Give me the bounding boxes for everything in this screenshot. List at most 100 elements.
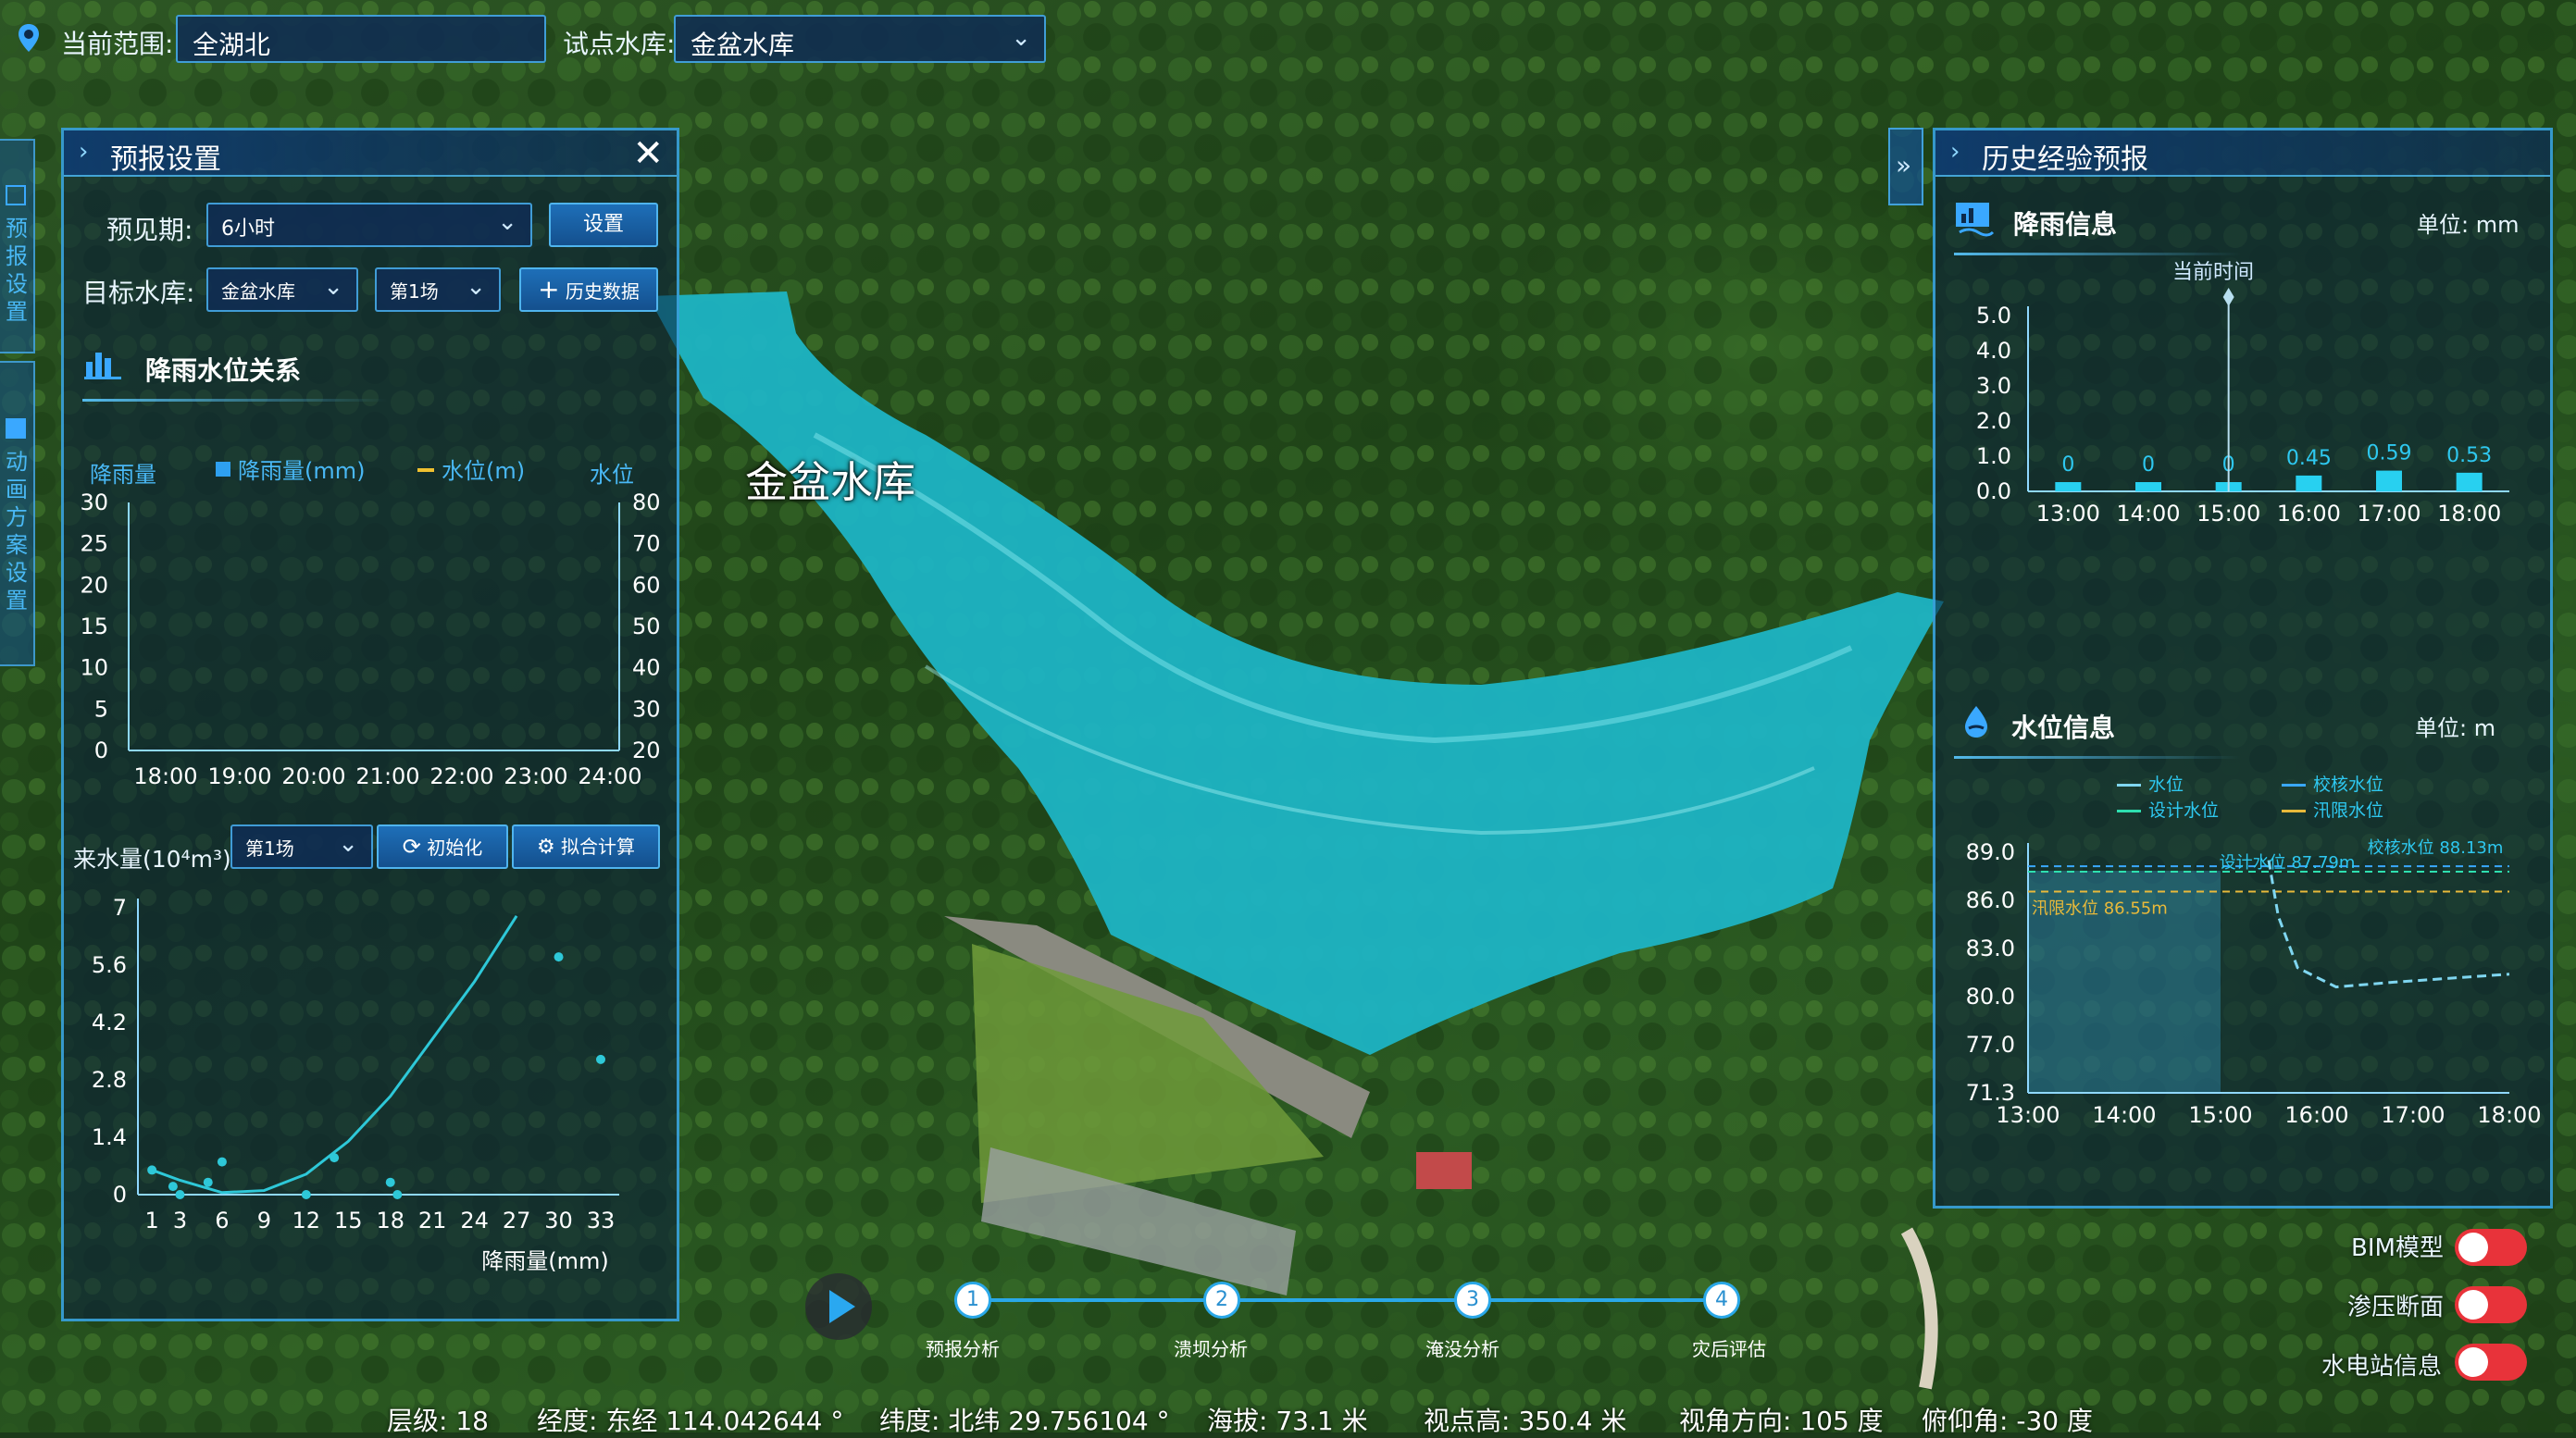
panel-title: 历史经验预报: [1982, 143, 2148, 176]
x-tick-label: 17:00: [2357, 501, 2420, 527]
step-1-label: 预报分析: [926, 1338, 1000, 1360]
scope-value: 全湖北: [193, 30, 271, 60]
level-legend-label: 水位(m): [442, 458, 526, 484]
play-button[interactable]: [805, 1273, 872, 1340]
tab-forecast-settings[interactable]: 预报设置: [0, 139, 35, 353]
hydropower-toggle[interactable]: [2455, 1344, 2527, 1381]
calculate-icon: ⚙: [536, 836, 555, 859]
bim-toggle[interactable]: [2455, 1229, 2527, 1266]
x-tick-label: 15: [334, 1208, 363, 1233]
rain-legend-swatch: [216, 462, 230, 477]
rain-bar: [2296, 475, 2322, 491]
y-tick-label: 86.0: [1966, 887, 2015, 913]
panel-header: › 历史经验预报: [1935, 130, 2550, 177]
play-icon: [826, 1286, 859, 1331]
scatter-point: [554, 952, 564, 962]
x-tick-label: 9: [257, 1208, 271, 1233]
step-3-label: 淹没分析: [1425, 1338, 1500, 1360]
step-1[interactable]: 1: [954, 1282, 991, 1319]
y-tick-label: 3.0: [1976, 373, 2011, 399]
bar-value-label: 0.53: [2446, 444, 2492, 467]
reservoir-select[interactable]: 金盆水库 ⌄: [674, 15, 1046, 63]
scatter-point: [385, 1177, 395, 1187]
seepage-toggle[interactable]: [2455, 1286, 2527, 1323]
legend-swatch-level: [2117, 784, 2141, 787]
x-tick-label: 1: [145, 1208, 159, 1233]
step-3[interactable]: 3: [1454, 1282, 1491, 1319]
section-divider: [82, 399, 388, 402]
x-tick-label: 16:00: [2277, 501, 2341, 527]
y-tick-label: 2.8: [92, 1067, 127, 1093]
y-tick-label: 5.0: [1976, 303, 2011, 329]
rain-axis-label: 降雨量: [90, 462, 156, 488]
scope-select[interactable]: 全湖北: [176, 15, 546, 63]
set-button[interactable]: 设置: [549, 203, 658, 247]
y-tick-label-right: 40: [632, 655, 661, 681]
current-time-label: 当前时间: [2172, 261, 2254, 284]
x-tick-label: 18:00: [133, 763, 197, 789]
water-level-chart: 89.0 86.0 83.0 80.0 77.0 71.3 13:00 14:00 15:00 1…: [1935, 815, 2556, 1204]
chart-svg: 89.086.083.080.077.071.313:00 14:00 15:00 1…: [1966, 838, 2542, 1128]
fit-button[interactable]: ⚙ 拟合计算: [512, 824, 660, 869]
tab-animation-settings[interactable]: 动画方案设置: [0, 361, 35, 666]
step-2[interactable]: 2: [1203, 1282, 1240, 1319]
y-tick-label-left: 15: [80, 614, 108, 639]
x-tick-label: 30: [544, 1208, 573, 1233]
flood-limit-label: 汛限水位 86.55m: [2032, 899, 2168, 918]
chevron-right-icon: ›: [1950, 138, 1960, 166]
x-tick-label: 22:00: [429, 763, 493, 789]
inflow-label: 来水量(10⁴m³): [73, 846, 231, 873]
legend-swatch-check: [2282, 784, 2306, 787]
step-4[interactable]: 4: [1703, 1282, 1740, 1319]
history-button-label: 历史数据: [565, 280, 640, 303]
bar-value-label: 0.45: [2286, 447, 2332, 470]
y-tick-label: 77.0: [1966, 1032, 2015, 1058]
panel-title: 预报设置: [110, 143, 221, 176]
current-time-diamond: [2222, 288, 2234, 306]
reservoir-map-label[interactable]: 金盆水库: [745, 449, 915, 510]
y-tick-label-left: 25: [80, 531, 108, 557]
period-select[interactable]: 6小时 ⌄: [206, 203, 532, 247]
init-button[interactable]: ⟳ 初始化: [377, 824, 508, 869]
x-tick-label: 18:00: [2477, 1102, 2541, 1128]
target-select[interactable]: 金盆水库 ⌄: [206, 267, 358, 312]
x-tick-label: 14:00: [2092, 1102, 2156, 1128]
chevron-right-icon: ›: [79, 138, 89, 166]
close-icon[interactable]: ✕: [632, 132, 664, 175]
x-tick-label: 33: [587, 1208, 616, 1233]
history-data-button[interactable]: + 历史数据: [519, 267, 658, 312]
status-latitude: 纬度: 北纬 29.756104 °: [879, 1406, 1170, 1436]
chevron-down-icon: ⌄: [323, 273, 343, 301]
bim-toggle-label: BIM模型: [2351, 1234, 2444, 1262]
toggle-knob: [2458, 1290, 2488, 1320]
double-chevron-right-icon: »: [1896, 150, 1912, 180]
y-tick-label: 4.0: [1976, 338, 2011, 364]
status-level: 层级: 18: [387, 1406, 489, 1436]
history-forecast-panel: › 历史经验预报 降雨信息 单位: mm 当前时间 5.0 4.0 3.0 2.0 1.0…: [1933, 128, 2553, 1209]
y-tick-label: 4.2: [92, 1010, 127, 1035]
section-divider: [1954, 253, 2241, 255]
collapse-panel-button[interactable]: »: [1888, 128, 1923, 205]
x-tick-label: 23:00: [504, 763, 567, 789]
chevron-down-icon: ⌄: [497, 208, 517, 236]
y-tick-label-right: 20: [632, 738, 661, 763]
rain-bar: [2135, 482, 2161, 491]
y-tick-label: 83.0: [1966, 936, 2015, 961]
status-pitch: 俯仰角: -30 度: [1922, 1406, 2093, 1436]
x-tick-label: 18:00: [2437, 501, 2501, 527]
chevron-down-icon: ⌄: [338, 830, 358, 858]
x-tick-label: 21: [418, 1208, 447, 1233]
target-label: 目标水库:: [82, 278, 195, 308]
inflow-event-select[interactable]: 第1场 ⌄: [230, 824, 373, 869]
panel-header: › 预报设置 ✕: [64, 130, 677, 177]
y-tick-label: 0.0: [1976, 478, 2011, 504]
tab-label: 预报设置: [6, 216, 28, 325]
scatter-point: [392, 1190, 403, 1199]
x-tick-label: 15:00: [2196, 501, 2260, 527]
legend-check: 校核水位: [2313, 775, 2384, 795]
fit-button-label: 拟合计算: [561, 836, 636, 858]
level-legend-swatch: [417, 468, 434, 472]
x-tick-label: 15:00: [2188, 1102, 2252, 1128]
event-select[interactable]: 第1场 ⌄: [375, 267, 501, 312]
x-tick-label: 13:00: [1996, 1102, 2060, 1128]
